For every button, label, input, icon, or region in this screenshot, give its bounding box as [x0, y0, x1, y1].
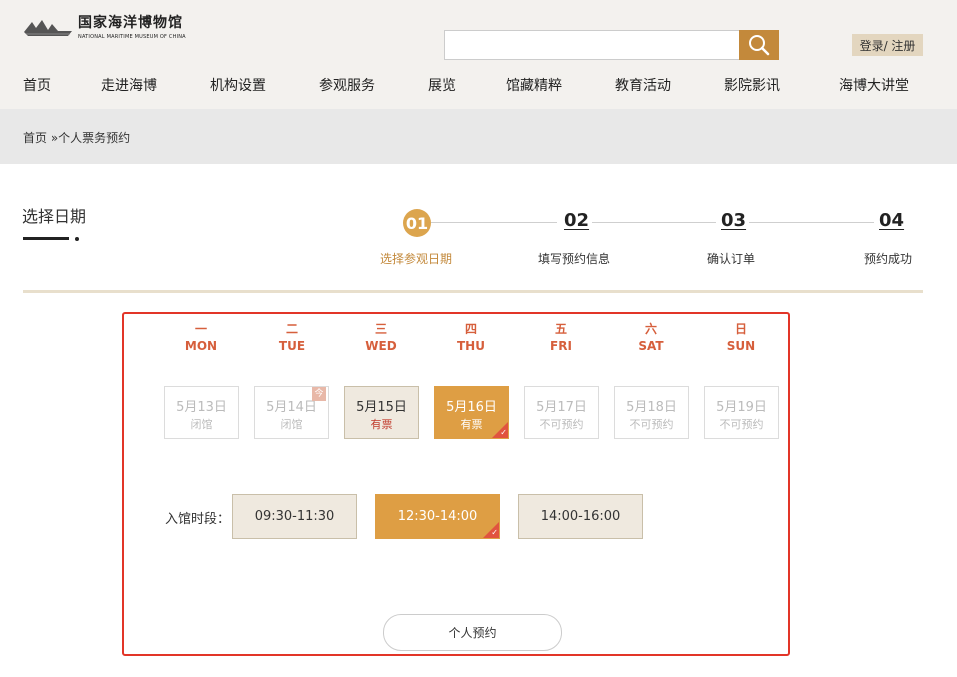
site-header: 国家海洋博物馆 NATIONAL MARITIME MUSEUM OF CHIN… [0, 0, 957, 109]
date-status: 不可预约 [719, 418, 764, 431]
ship-logo-icon [24, 20, 72, 36]
step-1-number: 01 [403, 209, 431, 237]
weekday-en: SAT [638, 339, 664, 353]
page-title: 选择日期 [22, 207, 87, 226]
date-status: 闭馆 [280, 418, 303, 431]
main-nav: 首页 走进海博 机构设置 参观服务 展览 馆藏精粹 教育活动 影院影讯 海博大讲… [0, 75, 957, 95]
weekday-en: TUE [278, 339, 306, 353]
nav-item-collections[interactable]: 馆藏精粹 [506, 75, 562, 95]
weekday-en: WED [365, 339, 397, 353]
nav-item-about[interactable]: 走进海博 [101, 75, 157, 95]
weekday-header-sat: 六 SAT [616, 320, 686, 353]
weekday-header-mon: 一 MON [166, 320, 236, 353]
date-label: 5月13日 [176, 400, 227, 415]
weekday-cn: 日 [734, 322, 747, 336]
date-cell-may-19: 5月19日 不可预约 [704, 386, 779, 439]
search-icon [749, 35, 770, 56]
time-slot-0930[interactable]: 09:30-11:30 [232, 494, 357, 539]
step-1-label: 选择参观日期 [380, 252, 453, 266]
nav-item-cinema[interactable]: 影院影讯 [724, 75, 780, 95]
breadcrumb[interactable]: 首页 »个人票务预约 [23, 129, 130, 146]
step-4-number: 04 [879, 210, 905, 231]
title-dot [75, 237, 79, 241]
weekday-cn: 一 [194, 322, 207, 336]
breadcrumb-bar: 首页 »个人票务预约 [0, 109, 957, 164]
search-input[interactable] [444, 30, 740, 60]
date-cell-may-17: 5月17日 不可预约 [524, 386, 599, 439]
weekday-cn: 五 [554, 322, 567, 336]
weekday-cn: 六 [644, 322, 657, 336]
weekday-header-sun: 日 SUN [706, 320, 776, 353]
logo-subtitle: NATIONAL MARITIME MUSEUM OF CHINA [78, 34, 186, 40]
step-2-number: 02 [564, 210, 590, 231]
step-2-label: 填写预约信息 [538, 252, 611, 266]
today-badge: 今 [312, 387, 326, 401]
nav-item-home[interactable]: 首页 [23, 75, 51, 95]
weekday-cn: 四 [464, 322, 477, 336]
booking-panel [122, 312, 790, 656]
date-status: 不可预约 [539, 418, 584, 431]
weekday-header-tue: 二 TUE [257, 320, 327, 353]
check-icon: ✓ [491, 528, 498, 537]
weekday-en: THU [457, 339, 485, 353]
step-connector [749, 222, 874, 223]
time-slot-text: 12:30-14:00 [397, 509, 478, 524]
weekday-header-fri: 五 FRI [526, 320, 596, 353]
date-label: 5月16日 [446, 400, 497, 415]
weekday-en: MON [184, 339, 218, 353]
weekday-en: SUN [726, 339, 756, 353]
date-label: 5月19日 [716, 400, 767, 415]
step-3-number: 03 [721, 210, 747, 231]
nav-item-organization[interactable]: 机构设置 [210, 75, 266, 95]
date-label: 5月17日 [536, 400, 587, 415]
nav-item-education[interactable]: 教育活动 [615, 75, 671, 95]
weekday-header-thu: 四 THU [436, 320, 506, 353]
time-slot-label: 入馆时段： [165, 512, 231, 527]
nav-item-exhibitions[interactable]: 展览 [428, 75, 456, 95]
date-cell-may-13: 5月13日 闭馆 [164, 386, 239, 439]
step-connector [592, 222, 716, 223]
logo-title: 国家海洋博物馆 [78, 15, 183, 31]
personal-reserve-button[interactable]: 个人预约 [383, 614, 562, 651]
nav-item-lectures[interactable]: 海博大讲堂 [839, 75, 909, 95]
login-register-link[interactable]: 登录/ 注册 [852, 34, 923, 56]
date-cell-may-14: 今 5月14日 闭馆 [254, 386, 329, 439]
weekday-en: FRI [550, 339, 572, 353]
check-icon: ✓ [500, 428, 507, 437]
museum-logo[interactable]: 国家海洋博物馆 NATIONAL MARITIME MUSEUM OF CHIN… [22, 12, 186, 48]
date-status: 不可预约 [629, 418, 674, 431]
title-underline [23, 237, 69, 240]
step-connector [431, 222, 557, 223]
step-3-label: 确认订单 [707, 252, 756, 266]
step-4-label: 预约成功 [864, 252, 913, 266]
date-cell-may-15[interactable]: 5月15日 有票 [344, 386, 419, 439]
date-status: 闭馆 [190, 418, 213, 431]
time-slot-1400[interactable]: 14:00-16:00 [518, 494, 643, 539]
weekday-header-wed: 三 WED [346, 320, 416, 353]
time-slot-1230[interactable]: 12:30-14:00 ✓ [375, 494, 500, 539]
date-cell-may-18: 5月18日 不可预约 [614, 386, 689, 439]
weekday-cn: 三 [374, 322, 387, 336]
search-button[interactable] [739, 30, 779, 60]
weekday-cn: 二 [285, 322, 298, 336]
date-label: 5月18日 [626, 400, 677, 415]
section-divider [23, 290, 923, 293]
date-cell-may-16[interactable]: 5月16日 有票 ✓ [434, 386, 509, 439]
date-label: 5月15日 [356, 400, 407, 415]
date-status: 有票 [370, 418, 393, 431]
nav-item-visit-services[interactable]: 参观服务 [319, 75, 375, 95]
